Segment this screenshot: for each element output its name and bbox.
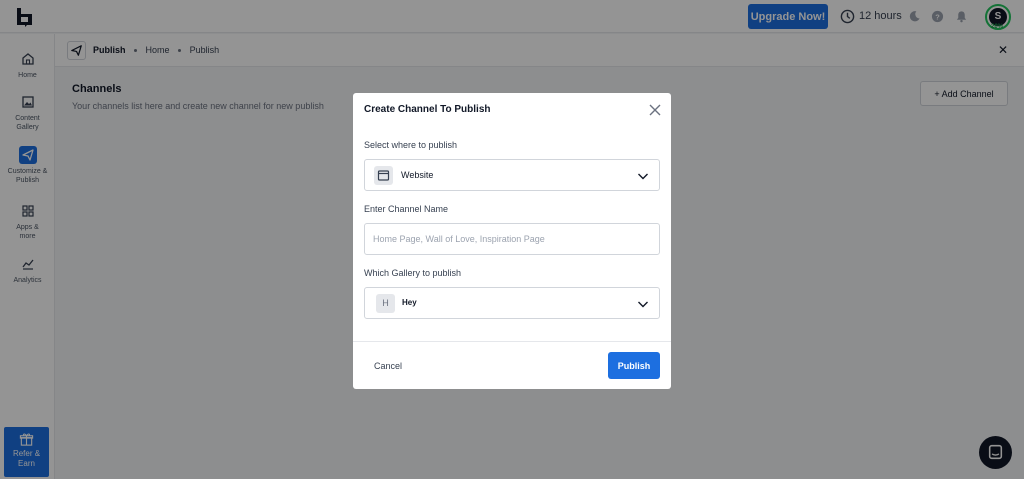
create-channel-dialog: Create Channel To Publish Select where t… bbox=[353, 93, 671, 389]
cancel-button[interactable]: Cancel bbox=[364, 355, 414, 377]
dialog-divider bbox=[353, 341, 671, 342]
gallery-initial-badge: H bbox=[376, 294, 395, 313]
close-icon[interactable] bbox=[648, 103, 662, 117]
channel-name-label: Enter Channel Name bbox=[364, 204, 449, 214]
where-to-publish-label: Select where to publish bbox=[364, 140, 458, 150]
dialog-title: Create Channel To Publish bbox=[364, 104, 491, 115]
browser-window-icon bbox=[377, 170, 390, 181]
chevron-down-icon bbox=[638, 173, 648, 180]
gallery-label: Which Gallery to publish bbox=[364, 268, 462, 278]
website-icon-box bbox=[374, 166, 393, 185]
chevron-down-icon bbox=[638, 301, 648, 308]
selected-gallery: Hey bbox=[402, 298, 417, 307]
gallery-select[interactable]: H Hey bbox=[364, 287, 660, 319]
publish-button[interactable]: Publish bbox=[608, 352, 660, 379]
channel-name-input[interactable] bbox=[364, 223, 660, 255]
publish-destination-select[interactable]: Website bbox=[364, 159, 660, 191]
selected-destination: Website bbox=[401, 170, 434, 180]
